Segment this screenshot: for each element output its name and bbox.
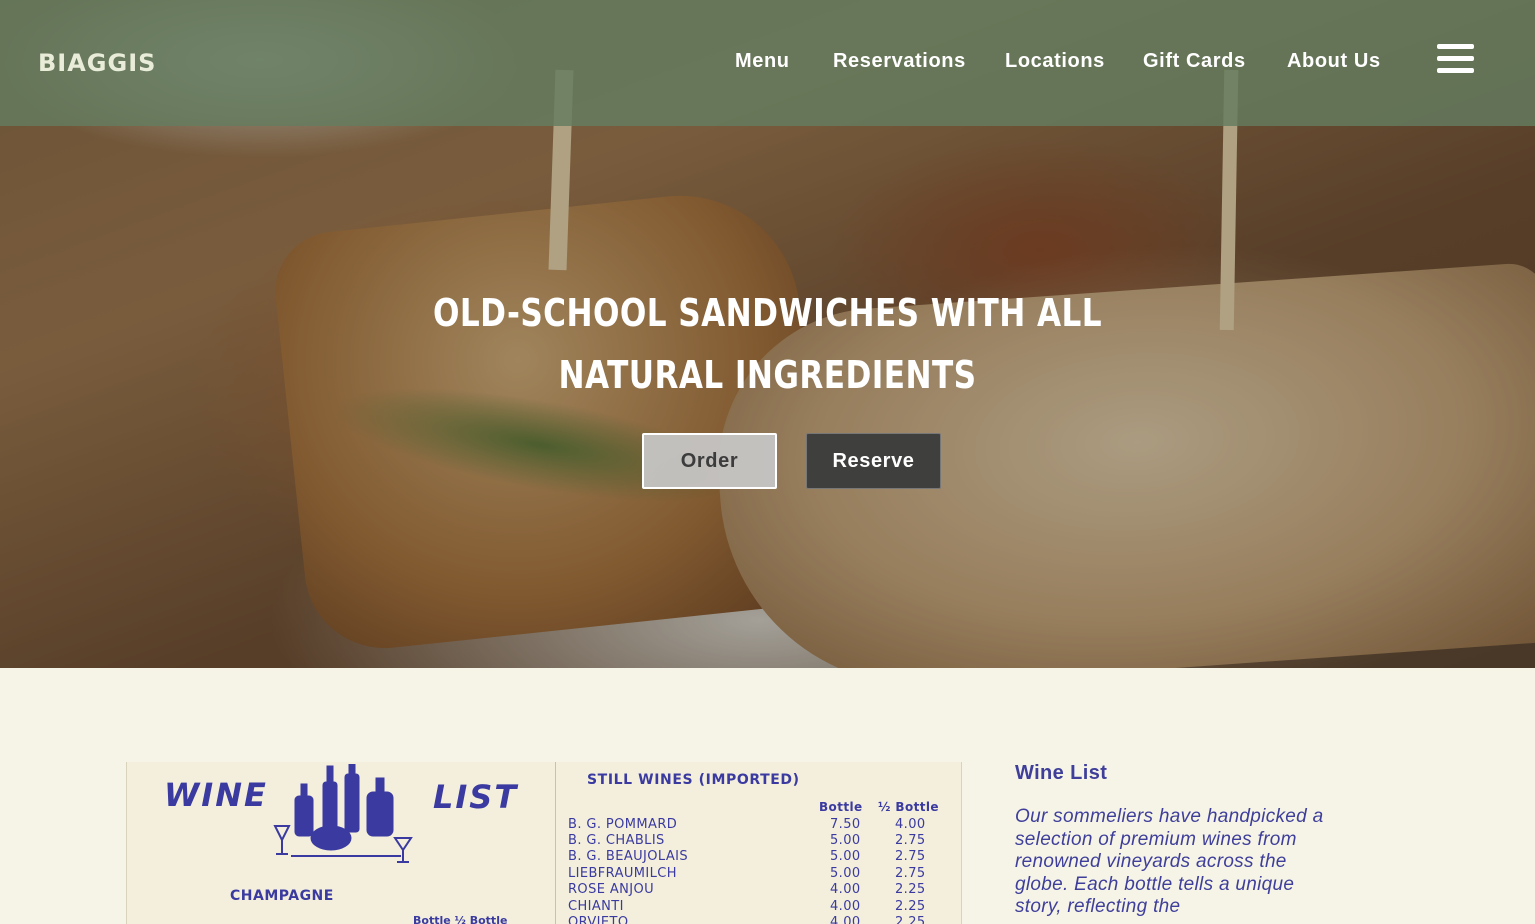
wine-name: ROSE ANJOU bbox=[568, 882, 655, 897]
still-wines-heading: STILL WINES (IMPORTED) bbox=[587, 772, 800, 788]
wine-bottles-illustration bbox=[273, 764, 413, 863]
column-half-bottle: ½ Bottle bbox=[878, 800, 939, 814]
wine-bottle-price: 4.00 bbox=[830, 915, 861, 924]
wine-list-title: Wine List bbox=[1015, 762, 1108, 784]
nav-link-gift-cards[interactable]: Gift Cards bbox=[1143, 50, 1246, 73]
nav-link-menu[interactable]: Menu bbox=[735, 50, 790, 73]
wine-card-word-wine: WINE bbox=[164, 776, 268, 814]
wine-name: B. G. BEAUJOLAIS bbox=[568, 849, 689, 864]
wine-row: LIEBFRAUMILCH 5.00 2.75 bbox=[568, 866, 948, 883]
hero-headline-line2: Natural Ingredients bbox=[558, 353, 977, 397]
wine-name: ORVIETO bbox=[568, 915, 629, 924]
reserve-button[interactable]: Reserve bbox=[806, 433, 941, 489]
hamburger-icon[interactable] bbox=[1437, 44, 1474, 74]
hero-headline-line1: Old-School Sandwiches with All bbox=[432, 291, 1103, 335]
wine-half-price: 2.25 bbox=[895, 882, 926, 897]
hero-headline: Old-School Sandwiches with All Natural I… bbox=[0, 282, 1535, 406]
wine-name: LIEBFRAUMILCH bbox=[568, 866, 677, 881]
wine-row: B. G. POMMARD 7.50 4.00 bbox=[568, 817, 948, 834]
wine-bottle-price: 5.00 bbox=[830, 866, 861, 881]
order-button[interactable]: Order bbox=[642, 433, 777, 489]
champagne-label: CHAMPAGNE bbox=[230, 888, 334, 904]
wine-list-image: WINE LIST CHAMPAGNE Bottle ½ Bottle STIL… bbox=[126, 762, 962, 924]
wine-bottle-price: 4.00 bbox=[830, 899, 861, 914]
wine-list-description: Our sommeliers have handpicked a selecti… bbox=[1015, 806, 1324, 917]
wine-name: B. G. CHABLIS bbox=[568, 833, 665, 848]
nav-link-locations[interactable]: Locations bbox=[1005, 50, 1105, 73]
champagne-columns: Bottle ½ Bottle bbox=[413, 914, 508, 924]
wine-bottle-price: 5.00 bbox=[830, 849, 861, 864]
wine-card-divider bbox=[555, 762, 556, 924]
wine-row: B. G. CHABLIS 5.00 2.75 bbox=[568, 833, 948, 850]
wine-bottle-price: 4.00 bbox=[830, 882, 861, 897]
wine-card-word-list: LIST bbox=[433, 778, 519, 816]
wine-half-price: 2.75 bbox=[895, 849, 926, 864]
wine-bottle-price: 7.50 bbox=[830, 817, 861, 832]
top-navigation: BIAGGIS Menu Reservations Locations Gift… bbox=[0, 0, 1535, 126]
nav-link-reservations[interactable]: Reservations bbox=[833, 50, 966, 73]
wine-row: B. G. BEAUJOLAIS 5.00 2.75 bbox=[568, 849, 948, 866]
nav-link-about-us[interactable]: About Us bbox=[1287, 50, 1381, 73]
wine-row: ORVIETO 4.00 2.25 bbox=[568, 915, 948, 924]
wine-name: B. G. POMMARD bbox=[568, 817, 678, 832]
wine-half-price: 2.25 bbox=[895, 915, 926, 924]
sandwich-bread-left bbox=[269, 183, 831, 657]
wine-half-price: 2.75 bbox=[895, 833, 926, 848]
wine-row: ROSE ANJOU 4.00 2.25 bbox=[568, 882, 948, 899]
wine-half-price: 4.00 bbox=[895, 817, 926, 832]
column-bottle: Bottle bbox=[819, 800, 863, 814]
wine-half-price: 2.75 bbox=[895, 866, 926, 881]
wine-half-price: 2.25 bbox=[895, 899, 926, 914]
wine-name: CHIANTI bbox=[568, 899, 624, 914]
wine-bottle-price: 5.00 bbox=[830, 833, 861, 848]
wine-row: CHIANTI 4.00 2.25 bbox=[568, 899, 948, 916]
brand-logo[interactable]: BIAGGIS bbox=[38, 49, 156, 77]
